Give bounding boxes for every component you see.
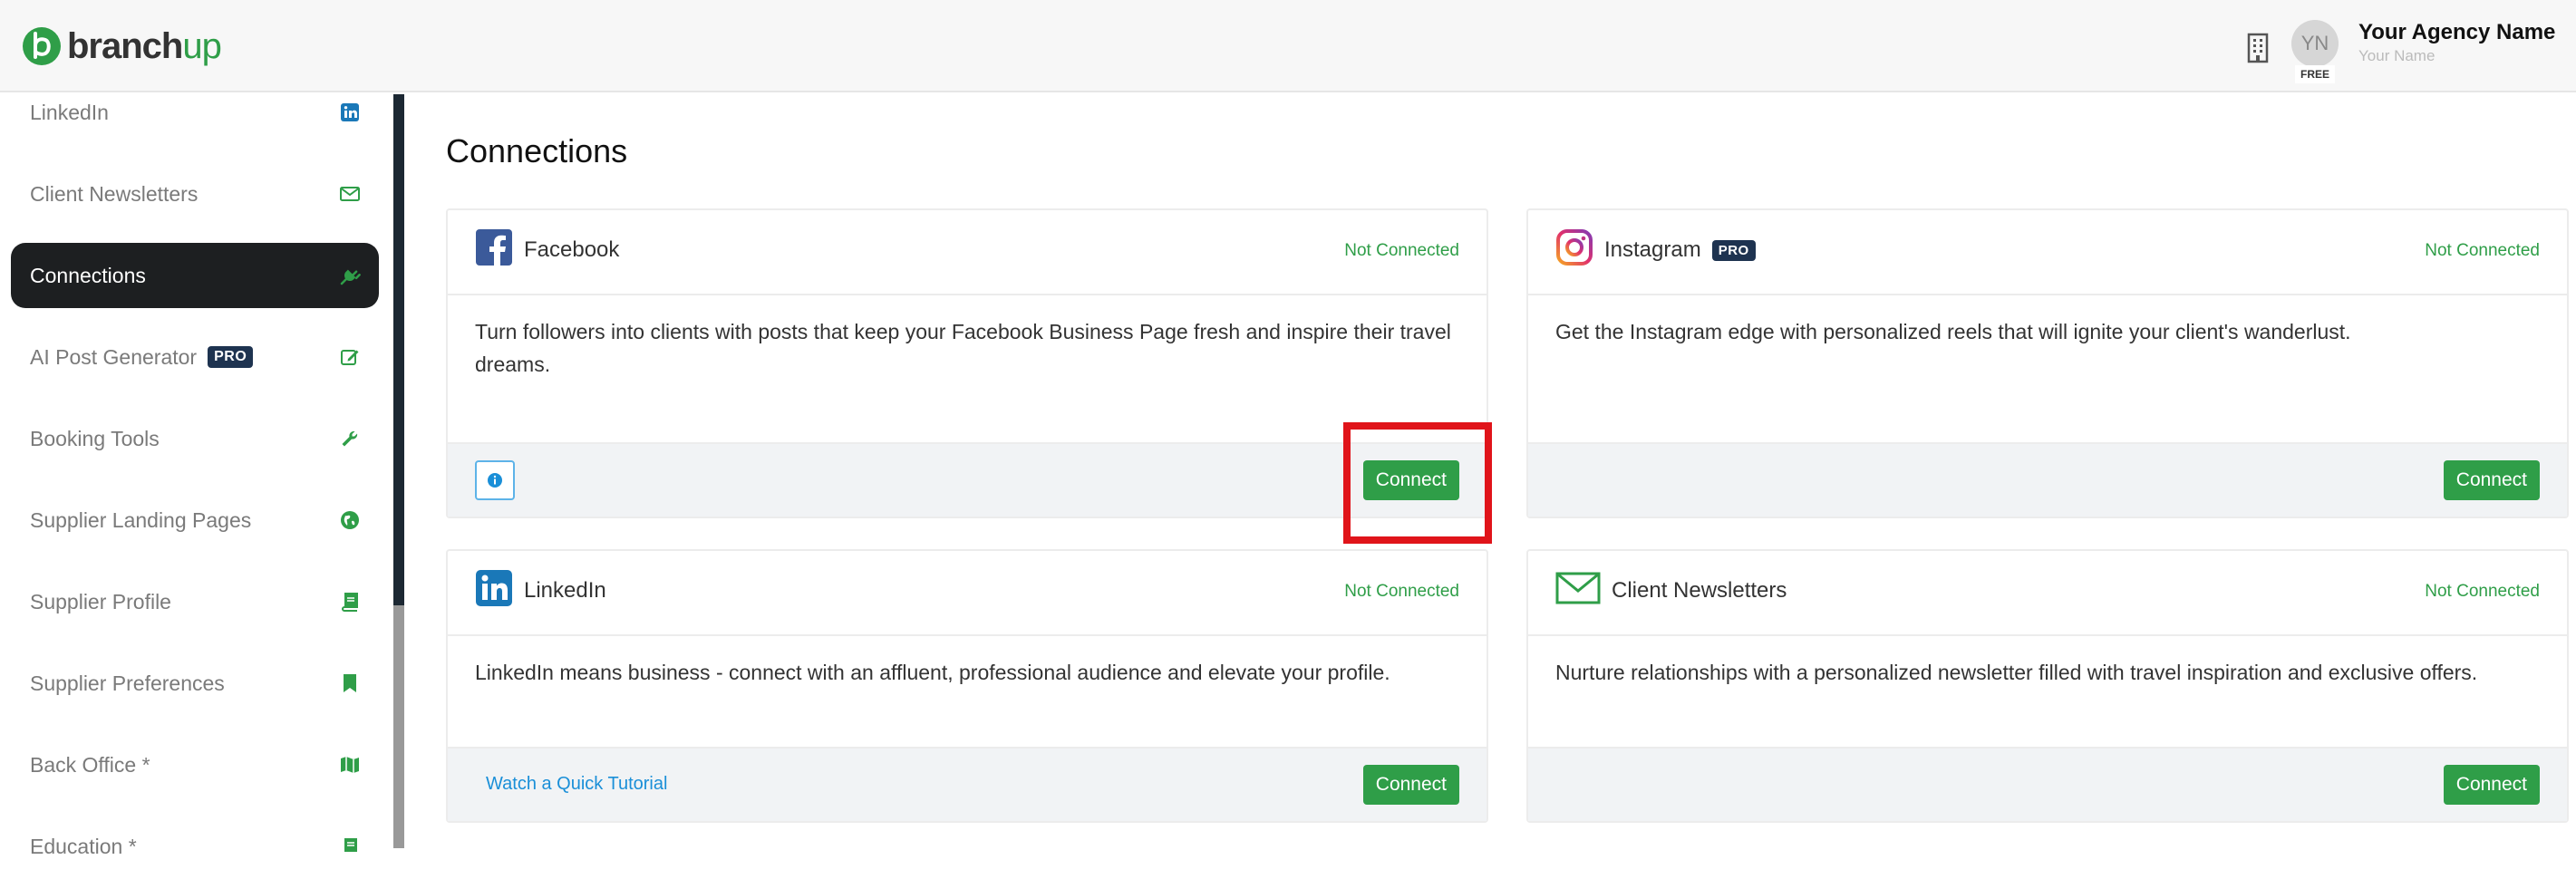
- building-icon[interactable]: [2246, 33, 2270, 63]
- card-footer: Connect: [1528, 747, 2567, 821]
- book-icon: [344, 838, 357, 852]
- plan-badge: FREE: [2295, 65, 2335, 83]
- pro-badge: PRO: [208, 346, 254, 368]
- sidebar-item-supplier-preferences[interactable]: Supplier Preferences: [11, 651, 379, 716]
- agency-info[interactable]: Your Agency Name Your Name: [2358, 20, 2576, 65]
- account-area: YN FREE Your Agency Name Your Name: [2246, 20, 2576, 83]
- sidebar-item-label: AI Post Generator: [30, 344, 198, 369]
- card-description: Turn followers into clients with posts t…: [475, 320, 1451, 376]
- card-header: LinkedIn Not Connected: [448, 551, 1487, 636]
- sidebar-item-label: Booking Tools: [30, 426, 160, 450]
- user-avatar-wrap[interactable]: YN FREE: [2291, 20, 2340, 83]
- plug-icon: [340, 269, 361, 285]
- agency-name: Your Agency Name: [2358, 20, 2556, 44]
- sidebar-item-supplier-profile[interactable]: Supplier Profile: [11, 569, 379, 634]
- connection-status: Not Connected: [2425, 241, 2540, 260]
- facebook-icon: [476, 229, 512, 266]
- sidebar-item-back-office[interactable]: Back Office *: [11, 732, 379, 797]
- card-title: Facebook: [524, 237, 620, 262]
- sidebar-item-label: Connections: [30, 263, 146, 287]
- connect-newsletters-button[interactable]: Connect: [2443, 765, 2540, 805]
- card-description: Get the Instagram edge with personalized…: [1555, 320, 2351, 343]
- leaf-logo-icon: [23, 27, 61, 65]
- connect-linkedin-button[interactable]: Connect: [1362, 765, 1459, 805]
- card-footer: Connect: [1528, 442, 2567, 517]
- edit-icon: [341, 350, 359, 365]
- logo-main: branch: [67, 25, 183, 66]
- sidebar-item-education[interactable]: Education *: [11, 814, 379, 879]
- card-title: LinkedIn: [524, 578, 606, 603]
- sidebar-nav: LinkedIn Client Newsletters Connections …: [0, 94, 393, 858]
- sidebar-scrollbar-thumb[interactable]: [393, 605, 404, 848]
- sidebar-item-connections[interactable]: Connections: [11, 243, 379, 308]
- sidebar-item-label: Supplier Preferences: [30, 671, 225, 695]
- card-footer: Watch a Quick Tutorial Connect: [448, 747, 1487, 821]
- envelope-icon: [340, 187, 360, 201]
- bookmark-icon: [344, 674, 356, 692]
- sidebar-item-label: Client Newsletters: [30, 181, 199, 206]
- instagram-card: Instagram PRO Not Connected Get the Inst…: [1526, 208, 2569, 518]
- logo-text: branchup: [67, 25, 222, 67]
- card-header: Facebook Not Connected: [448, 210, 1487, 295]
- sidebar-item-booking-tools[interactable]: Booking Tools: [11, 406, 379, 471]
- book-icon: [342, 593, 358, 612]
- card-description: Nurture relationships with a personalize…: [1555, 661, 2478, 684]
- card-description: LinkedIn means business - connect with a…: [475, 661, 1390, 684]
- sidebar-item-label: Supplier Profile: [30, 589, 171, 613]
- sidebar-item-ai-post-generator[interactable]: AI Post Generator PRO: [11, 324, 379, 390]
- sidebar-item-label: Education *: [30, 834, 137, 858]
- globe-icon: [341, 511, 359, 529]
- connect-instagram-button[interactable]: Connect: [2443, 460, 2540, 500]
- card-footer: Connect: [448, 442, 1487, 517]
- sidebar-item-label: Supplier Landing Pages: [30, 507, 252, 532]
- user-name: Your Name: [2358, 47, 2436, 64]
- connection-status: Not Connected: [1344, 582, 1459, 601]
- top-header: branchup YN FREE Your Agency Name Your N…: [0, 0, 2576, 92]
- avatar[interactable]: YN: [2291, 20, 2339, 67]
- sidebar-item-linkedin[interactable]: LinkedIn: [11, 80, 379, 145]
- connection-status: Not Connected: [2425, 582, 2540, 601]
- branchup-logo[interactable]: branchup: [20, 22, 222, 71]
- pro-badge: PRO: [1711, 239, 1756, 261]
- logo-accent: up: [182, 25, 221, 66]
- client-newsletters-card: Client Newsletters Not Connected Nurture…: [1526, 549, 2569, 823]
- info-button[interactable]: [475, 460, 515, 500]
- card-title: Client Newsletters: [1612, 578, 1787, 603]
- linkedin-icon: [476, 570, 512, 606]
- map-icon: [341, 757, 359, 773]
- sidebar-item-label: LinkedIn: [30, 100, 109, 124]
- info-icon: [488, 473, 502, 488]
- card-title-text: Instagram: [1604, 237, 1701, 262]
- envelope-icon: [1555, 572, 1601, 604]
- connection-status: Not Connected: [1344, 241, 1459, 260]
- wrench-icon: [342, 430, 358, 447]
- sidebar-item-label: Back Office *: [30, 752, 150, 777]
- card-header: Instagram PRO Not Connected: [1528, 210, 2567, 295]
- page-title: Connections: [446, 132, 628, 169]
- instagram-icon: [1556, 229, 1593, 266]
- card-header: Client Newsletters Not Connected: [1528, 551, 2567, 636]
- sidebar-item-supplier-landing-pages[interactable]: Supplier Landing Pages: [11, 488, 379, 553]
- watch-tutorial-link[interactable]: Watch a Quick Tutorial: [486, 774, 667, 795]
- linkedin-icon: [341, 103, 359, 121]
- sidebar-item-client-newsletters[interactable]: Client Newsletters: [11, 161, 379, 227]
- linkedin-card: LinkedIn Not Connected LinkedIn means bu…: [446, 549, 1488, 823]
- facebook-card: Facebook Not Connected Turn followers in…: [446, 208, 1488, 518]
- card-title: Instagram PRO: [1604, 237, 1756, 263]
- highlight-box: [1343, 422, 1492, 544]
